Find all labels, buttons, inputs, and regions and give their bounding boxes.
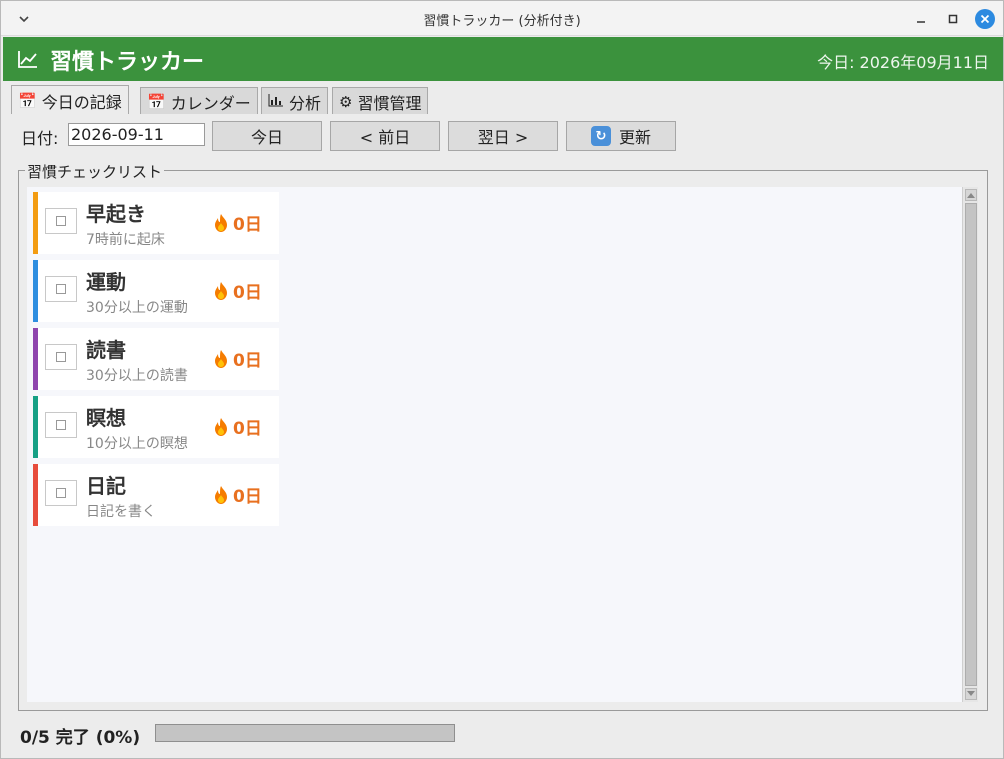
habit-checkbox[interactable] (45, 208, 77, 234)
calendar-icon: 📅 (147, 93, 166, 111)
habit-description: 日記を書く (86, 504, 156, 520)
app-window: 習慣トラッカー (分析付き) 習慣トラッカー 今日: 2026年09月11日 📅… (0, 0, 1004, 759)
habit-name: 運動 (86, 270, 126, 294)
date-input[interactable] (68, 123, 205, 146)
habit-streak: 0日 (213, 346, 262, 371)
tab-habit-management[interactable]: ⚙ 習慣管理 (332, 87, 429, 114)
habit-checkbox[interactable] (45, 480, 77, 506)
gear-icon: ⚙ (339, 93, 353, 111)
tab-label: 習慣管理 (357, 94, 422, 113)
habit-streak: 0日 (213, 482, 262, 507)
streak-value: 0日 (233, 419, 262, 439)
scroll-up-icon[interactable] (965, 189, 977, 201)
tab-today-record[interactable]: 📅 今日の記録 (11, 85, 129, 114)
habit-description: 7時前に起床 (86, 232, 165, 248)
refresh-icon: ↻ (590, 126, 611, 146)
habit-color-stripe (33, 192, 38, 254)
checkbox-box (56, 488, 66, 498)
checkbox-box (56, 352, 66, 362)
habit-name: 読書 (86, 338, 126, 362)
habit-name: 瞑想 (86, 406, 126, 430)
habit-color-stripe (33, 464, 38, 526)
checkbox-box (56, 284, 66, 294)
today-button[interactable]: 今日 (212, 121, 322, 151)
habit-color-stripe (33, 260, 38, 322)
habit-description: 30分以上の読書 (86, 368, 188, 384)
today-date-label: 今日: 2026年09月11日 (817, 53, 989, 72)
habit-card-exercise: 運動 30分以上の運動 0日 (33, 260, 279, 322)
next-day-button[interactable]: 翌日 > (448, 121, 558, 151)
habit-description: 10分以上の瞑想 (86, 436, 188, 452)
habit-streak: 0日 (213, 414, 262, 439)
window-title: 習慣トラッカー (分析付き) (423, 14, 581, 29)
flame-icon (215, 213, 227, 232)
tab-label: カレンダー (170, 94, 251, 113)
calendar-icon: 📅 (18, 92, 37, 110)
flame-icon (215, 417, 227, 436)
maximize-icon[interactable] (943, 9, 963, 29)
date-toolbar: 日付: 今日 < 前日 翌日 > ↻ 更新 (3, 114, 1003, 156)
habit-streak: 0日 (213, 278, 262, 303)
habit-card-reading: 読書 30分以上の読書 0日 (33, 328, 279, 390)
scrollbar-thumb[interactable] (965, 203, 977, 686)
habit-card-meditation: 瞑想 10分以上の瞑想 0日 (33, 396, 279, 458)
checkbox-box (56, 420, 66, 430)
streak-value: 0日 (233, 283, 262, 303)
streak-value: 0日 (233, 487, 262, 507)
habit-color-stripe (33, 328, 38, 390)
completion-progress-bar (155, 724, 455, 742)
habit-name: 日記 (86, 474, 126, 498)
bar-chart-icon (268, 93, 284, 111)
tab-bar: 📅 今日の記録 📅 カレンダー 分析 ⚙ 習慣管理 (3, 81, 1003, 114)
minimize-icon[interactable] (911, 9, 931, 29)
checklist-legend: 習慣チェックリスト (25, 161, 165, 182)
flame-icon (215, 349, 227, 368)
habit-streak: 0日 (213, 210, 262, 235)
close-icon[interactable] (975, 9, 995, 29)
streak-value: 0日 (233, 351, 262, 371)
habit-checkbox[interactable] (45, 412, 77, 438)
line-chart-icon (17, 49, 39, 69)
tab-analysis[interactable]: 分析 (261, 87, 329, 114)
completion-summary: 0/5 完了 (0%) (20, 728, 141, 748)
flame-icon (215, 281, 227, 300)
app-header: 習慣トラッカー 今日: 2026年09月11日 (3, 37, 1003, 81)
flame-icon (215, 485, 227, 504)
habit-checkbox[interactable] (45, 344, 77, 370)
habit-name: 早起き (86, 202, 146, 226)
habit-description: 30分以上の運動 (86, 300, 188, 316)
vertical-scrollbar[interactable] (962, 187, 978, 702)
refresh-button[interactable]: ↻ 更新 (566, 121, 676, 151)
tab-calendar[interactable]: 📅 カレンダー (140, 87, 258, 114)
checkbox-box (56, 216, 66, 226)
habit-card-early-rise: 早起き 7時前に起床 0日 (33, 192, 279, 254)
title-bar: 習慣トラッカー (分析付き) (1, 1, 1003, 36)
habit-card-diary: 日記 日記を書く 0日 (33, 464, 279, 526)
prev-day-button[interactable]: < 前日 (330, 121, 440, 151)
refresh-label: 更新 (618, 128, 651, 147)
streak-value: 0日 (233, 215, 262, 235)
habit-color-stripe (33, 396, 38, 458)
habit-checkbox[interactable] (45, 276, 77, 302)
scroll-down-icon[interactable] (965, 688, 977, 700)
date-caption: 日付: (21, 129, 59, 148)
tab-label: 分析 (289, 94, 322, 113)
app-title: 習慣トラッカー (50, 50, 205, 75)
tab-label: 今日の記録 (41, 93, 122, 112)
